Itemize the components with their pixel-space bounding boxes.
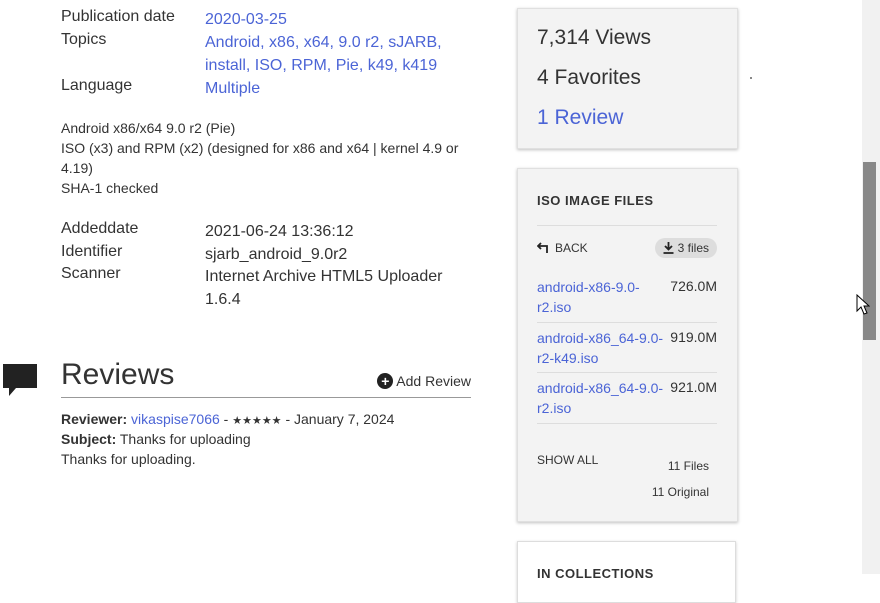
review-body: Thanks for uploading.	[61, 451, 196, 467]
reviewer-link[interactable]: vikaspise7066	[131, 411, 220, 427]
meta-value-scanner: Internet Archive HTML5 Uploader 1.6.4	[205, 268, 443, 308]
meta-label-addeddate: Addeddate	[61, 220, 139, 237]
file-link[interactable]: android-x86_64-9.0-r2-k49.iso	[537, 328, 667, 368]
description: Android x86/x64 9.0 r2 (Pie) ISO (x3) an…	[61, 118, 471, 198]
divider	[537, 322, 717, 323]
total-original: 11 Original	[651, 485, 709, 499]
scrollbar[interactable]	[862, 0, 880, 574]
review-separator: -	[285, 411, 294, 427]
divider	[537, 423, 717, 424]
meta-value-topics[interactable]: Android, x86, x64, 9.0 r2, sJARB, instal…	[205, 34, 442, 74]
files-card: ISO IMAGE FILES BACK 3 files android-x86…	[517, 168, 738, 522]
back-arrow-icon	[537, 242, 548, 253]
total-files: 11 Files	[667, 459, 709, 473]
meta-value-publication-date[interactable]: 2020-03-25	[205, 11, 287, 28]
divider	[537, 225, 717, 226]
description-line: Android x86/x64 9.0 r2 (Pie)	[61, 120, 236, 136]
file-size: 921.0M	[670, 379, 717, 395]
views-count: 7,314 Views	[537, 26, 652, 49]
show-all-button[interactable]: SHOW ALL	[537, 453, 598, 467]
review-subject: Subject: Thanks for uploading	[61, 431, 251, 447]
review-separator: -	[223, 411, 233, 427]
stray-dot	[750, 77, 752, 79]
review-stars: ★★★★★	[232, 415, 282, 427]
stats-card: 7,314 Views 4 Favorites 1 Review	[517, 8, 738, 149]
meta-value-addeddate: 2021-06-24 13:36:12	[205, 223, 354, 240]
meta-value-identifier: sjarb_android_9.0r2	[205, 246, 348, 263]
add-review-button[interactable]: + Add Review	[377, 373, 471, 389]
file-link[interactable]: android-x86-9.0-r2.iso	[537, 277, 667, 317]
reviews-count-link[interactable]: 1 Review	[537, 106, 623, 130]
meta-label-publication-date: Publication date	[61, 8, 175, 25]
comment-icon	[3, 364, 37, 396]
reviews-divider	[61, 397, 471, 398]
file-count-badge[interactable]: 3 files	[654, 238, 717, 258]
divider	[537, 372, 717, 373]
subject-text: Thanks for uploading	[119, 431, 251, 447]
back-button[interactable]: BACK	[537, 241, 588, 255]
file-size: 919.0M	[670, 329, 717, 345]
review-meta: Reviewer: vikaspise7066 - ★★★★★ - Januar…	[61, 411, 394, 427]
subject-label: Subject:	[61, 431, 117, 447]
collections-card: IN COLLECTIONS	[517, 541, 736, 603]
file-count-label: 3 files	[677, 241, 709, 255]
description-line: ISO (x3) and RPM (x2) (designed for x86 …	[61, 140, 459, 176]
meta-label-identifier: Identifier	[61, 243, 123, 260]
add-review-label: Add Review	[396, 373, 471, 389]
files-title: ISO IMAGE FILES	[537, 193, 654, 208]
review-date: January 7, 2024	[294, 411, 395, 427]
back-label: BACK	[555, 241, 588, 255]
download-icon	[663, 242, 674, 254]
meta-label-language: Language	[61, 77, 133, 94]
mouse-cursor-icon	[856, 294, 870, 315]
file-size: 726.0M	[670, 278, 717, 294]
reviewer-label: Reviewer:	[61, 411, 128, 427]
meta-label-scanner: Scanner	[61, 265, 121, 282]
meta-label-topics: Topics	[61, 31, 107, 48]
reviews-heading: Reviews	[61, 358, 175, 391]
meta-value-language[interactable]: Multiple	[205, 80, 260, 97]
plus-icon: +	[377, 373, 394, 389]
description-line: SHA-1 checked	[61, 180, 159, 196]
file-link[interactable]: android-x86_64-9.0-r2.iso	[537, 378, 667, 418]
favorites-count: 4 Favorites	[537, 66, 641, 89]
